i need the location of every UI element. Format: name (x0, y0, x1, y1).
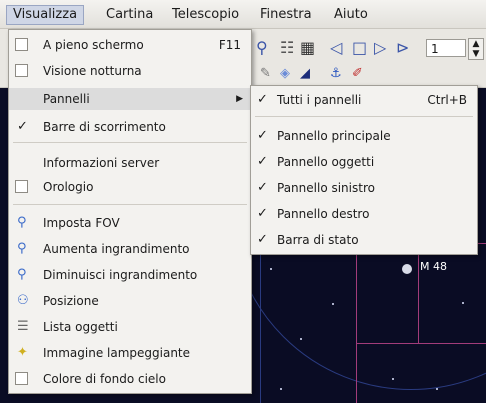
menu-item-label: Diminuisci ingrandimento (43, 268, 198, 282)
menu-item-zoom-in[interactable]: ⚲ Aumenta ingrandimento (9, 238, 251, 260)
fill-icon[interactable]: ◢ (300, 65, 310, 83)
menu-item-label: Posizione (43, 294, 99, 308)
menu-aiuto[interactable]: Aiuto (328, 6, 374, 24)
menu-separator (13, 142, 247, 143)
zoom-out-icon: ⚲ (17, 267, 27, 282)
zoom-icon: ⚲ (17, 215, 27, 230)
menu-item-object-list[interactable]: ☰ Lista oggetti (9, 316, 251, 338)
menu-item-label: Barre di scorrimento (43, 120, 166, 134)
menu-item-label: Informazioni server (43, 156, 160, 170)
menu-telescopio[interactable]: Telescopio (166, 6, 245, 24)
menu-item-scrollbars[interactable]: ✓ Barre di scorrimento (9, 116, 251, 138)
cluster-marker[interactable] (402, 264, 412, 274)
check-icon: ✓ (17, 119, 28, 134)
list-icon: ☰ (17, 319, 29, 334)
menu-item-position[interactable]: ⚇ Posizione (9, 290, 251, 312)
shortcut-label: Ctrl+B (427, 93, 467, 107)
constellation-boundary (418, 243, 419, 343)
menu-item-label: A pieno schermo (43, 38, 144, 52)
shape-icon[interactable]: ◈ (280, 65, 290, 83)
menubar: Visualizza Cartina Telescopio Finestra A… (0, 0, 486, 29)
tool-icon[interactable]: ✎ (260, 65, 271, 83)
star (270, 268, 272, 270)
menu-item-set-fov[interactable]: ⚲ Imposta FOV (9, 212, 251, 234)
menu-item-clock[interactable]: Orologio (9, 176, 251, 198)
constellation-boundary (356, 343, 486, 344)
checkbox (15, 64, 28, 77)
prev-icon[interactable]: ◁ (330, 39, 342, 57)
zoom-in-icon: ⚲ (17, 241, 27, 256)
shortcut-label: F11 (218, 38, 241, 52)
menu-item-main-panel[interactable]: ✓ Pannello principale (251, 124, 477, 148)
menu-item-label: Colore di fondo cielo (43, 372, 166, 386)
menu-item-fullscreen[interactable]: A pieno schermo F11 (9, 34, 251, 56)
menu-item-label: Imposta FOV (43, 216, 120, 230)
menu-item-label: Pannello destro (277, 207, 370, 221)
menu-item-blink-image[interactable]: ✦ Immagine lampeggiante (9, 342, 251, 364)
object-label: M 48 (420, 260, 447, 273)
panels-submenu: ✓ Tutti i pannelli Ctrl+B ✓ Pannello pri… (250, 85, 478, 255)
check-icon: ✓ (257, 154, 268, 169)
pin-icon[interactable]: ⚓ (330, 65, 342, 83)
stop-icon[interactable]: □ (352, 39, 367, 57)
brush-icon[interactable]: ✐ (352, 65, 363, 83)
menu-item-all-panels[interactable]: ✓ Tutti i pannelli Ctrl+B (251, 88, 477, 112)
calendar-icon[interactable]: ▦ (300, 39, 315, 57)
menu-visualizza[interactable]: Visualizza (6, 5, 85, 25)
zoom-icon[interactable]: ⚲ (256, 39, 268, 57)
step-input[interactable]: 1 (426, 39, 466, 57)
checkbox (15, 38, 28, 51)
menu-item-left-panel[interactable]: ✓ Pannello sinistro (251, 176, 477, 200)
menu-item-label: Orologio (43, 180, 94, 194)
star (392, 378, 394, 380)
lightbulb-icon: ✦ (17, 345, 28, 360)
star (300, 338, 302, 340)
check-icon: ✓ (257, 232, 268, 247)
view-menu: A pieno schermo F11 Visione notturna Pan… (8, 29, 252, 394)
constellation-boundary (356, 243, 357, 403)
menu-item-label: Barra di stato (277, 233, 359, 247)
check-icon: ✓ (257, 92, 268, 107)
checkbox (15, 180, 28, 193)
submenu-arrow-icon: ▶ (236, 94, 243, 104)
next-icon[interactable]: ▷ (374, 39, 386, 57)
menu-item-night-vision[interactable]: Visione notturna (9, 60, 251, 82)
menu-item-objects-panel[interactable]: ✓ Pannello oggetti (251, 150, 477, 174)
grid-icon[interactable]: ☷ (280, 39, 294, 57)
menu-cartina[interactable]: Cartina (100, 6, 159, 24)
menu-item-server-info[interactable]: Informazioni server (9, 152, 251, 174)
menu-item-label: Pannello sinistro (277, 181, 375, 195)
menu-finestra[interactable]: Finestra (254, 6, 318, 24)
star (332, 303, 334, 305)
menu-item-label: Pannelli (43, 92, 90, 106)
menu-item-label: Tutti i pannelli (277, 93, 362, 107)
menu-item-label: Visione notturna (43, 64, 142, 78)
menu-item-status-bar[interactable]: ✓ Barra di stato (251, 228, 477, 252)
step-forward-icon[interactable]: ⊳ (396, 39, 409, 57)
menu-item-label: Pannello oggetti (277, 155, 375, 169)
star (436, 388, 438, 390)
position-icon: ⚇ (17, 293, 29, 308)
menu-item-label: Pannello principale (277, 129, 391, 143)
star (462, 302, 464, 304)
menu-separator (255, 116, 473, 117)
menu-item-right-panel[interactable]: ✓ Pannello destro (251, 202, 477, 226)
checkbox (15, 372, 28, 385)
star (280, 388, 282, 390)
check-icon: ✓ (257, 180, 268, 195)
step-stepper[interactable]: ▲ ▼ (468, 38, 484, 60)
menu-item-panels[interactable]: Pannelli ▶ (9, 88, 251, 110)
check-icon: ✓ (257, 128, 268, 143)
check-icon: ✓ (257, 206, 268, 221)
menu-item-label: Lista oggetti (43, 320, 118, 334)
menu-item-zoom-out[interactable]: ⚲ Diminuisci ingrandimento (9, 264, 251, 286)
menu-separator (13, 204, 247, 205)
menu-item-label: Aumenta ingrandimento (43, 242, 190, 256)
menu-item-sky-background[interactable]: Colore di fondo cielo (9, 368, 251, 390)
menu-item-label: Immagine lampeggiante (43, 346, 191, 360)
